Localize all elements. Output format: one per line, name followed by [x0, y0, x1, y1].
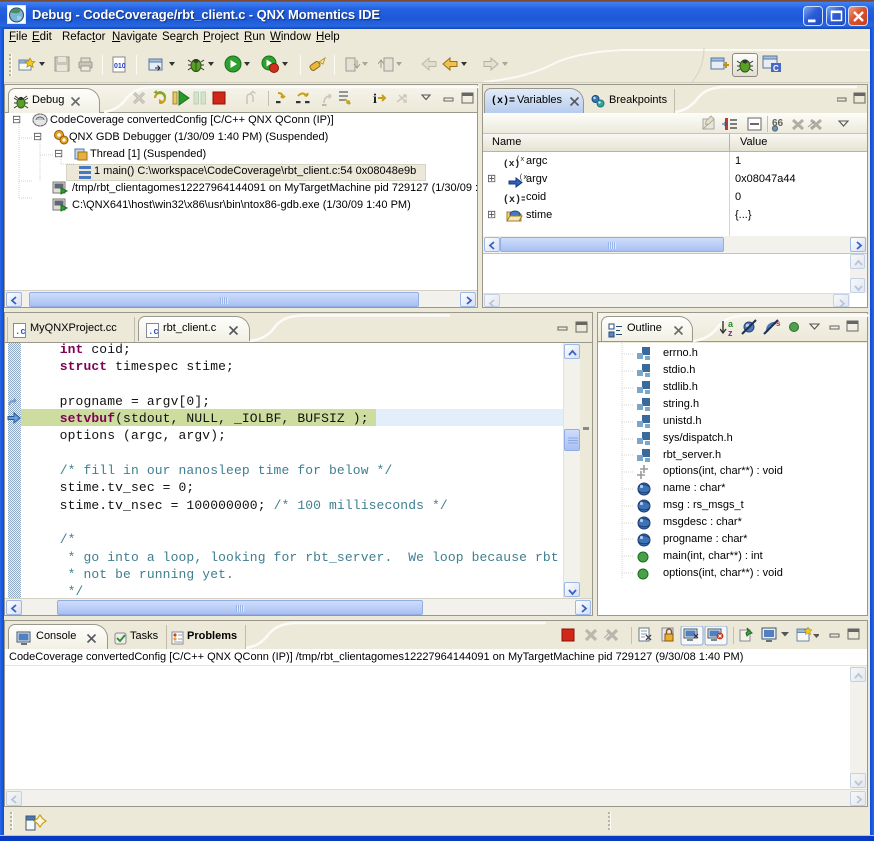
svg-text:(x)=: (x)= — [503, 194, 525, 205]
svg-text:i: i — [373, 92, 377, 107]
svg-text:.c: .c — [15, 327, 26, 337]
svg-text:010: 010 — [114, 63, 126, 70]
svg-text:z: z — [728, 328, 733, 338]
svg-text:.c: .c — [148, 327, 159, 337]
svg-text:s: s — [776, 319, 781, 328]
svg-text:C: C — [773, 64, 779, 73]
svg-text:(x): (x) — [516, 156, 525, 164]
